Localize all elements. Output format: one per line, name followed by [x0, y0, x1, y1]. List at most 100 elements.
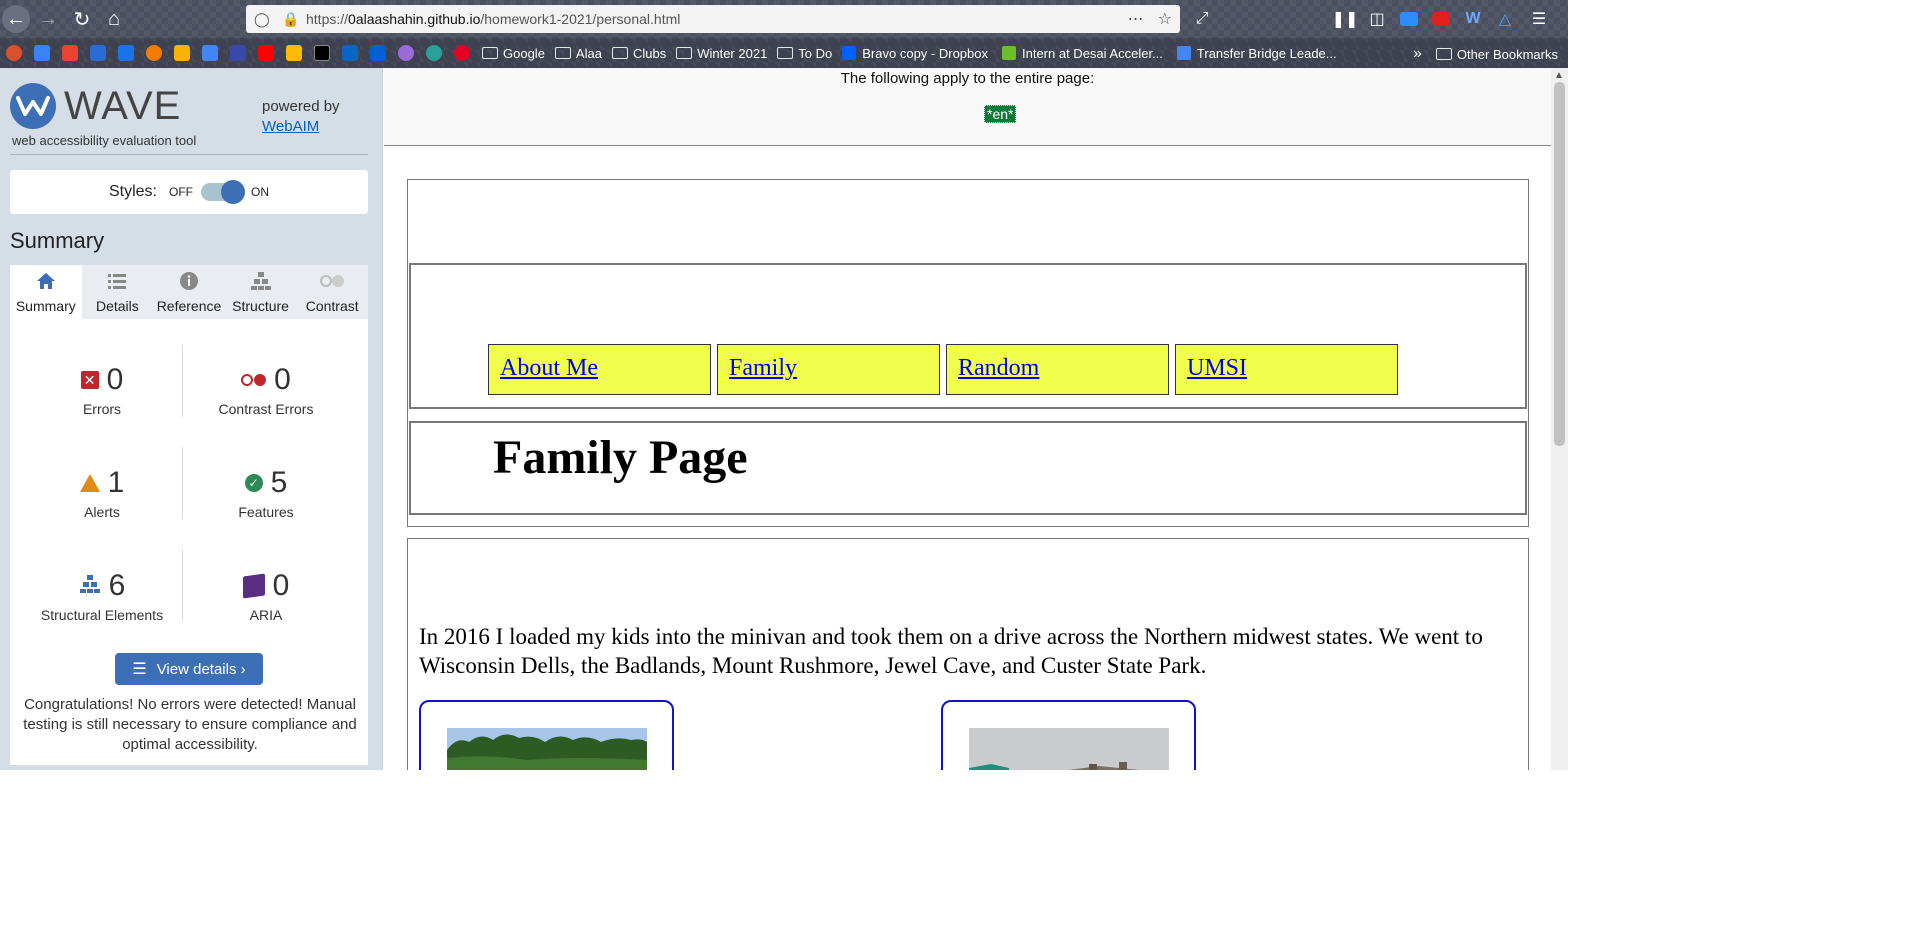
bookmark-favicon[interactable]: [342, 45, 358, 61]
tab-label: Reference: [156, 298, 222, 314]
contrast-icon: [319, 270, 345, 292]
bookmark-folder-alaa[interactable]: Alaa: [554, 46, 602, 61]
nav-link-umsi[interactable]: UMSI: [1175, 344, 1398, 395]
bookmark-star-icon[interactable]: ☆: [1158, 9, 1172, 29]
nav-link-random[interactable]: Random: [946, 344, 1169, 395]
alerts-stat[interactable]: 1 Alerts: [17, 466, 187, 520]
bookmark-favicon[interactable]: [62, 45, 78, 61]
feature-check-icon: ✓: [244, 474, 263, 492]
folder-icon: [777, 47, 794, 59]
tab-label: Contrast: [305, 298, 359, 314]
library-icon[interactable]: ❚❚: [1332, 8, 1359, 30]
folder-icon: [482, 47, 498, 59]
scroll-thumb[interactable]: [1554, 82, 1565, 446]
bookmark-favicon[interactable]: [118, 45, 134, 61]
bookmark-favicon[interactable]: [146, 45, 162, 61]
errors-label: Errors: [82, 401, 122, 417]
bookmark-favicon[interactable]: [286, 45, 302, 61]
sidebar-toggle-icon[interactable]: ◫: [1366, 8, 1388, 30]
bookmark-favicon[interactable]: [258, 45, 274, 61]
alert-icon: [79, 474, 100, 492]
nav-link-about-me[interactable]: About Me: [488, 344, 711, 395]
wave-extension-icon[interactable]: W: [1462, 8, 1484, 30]
bookmark-favicon[interactable]: [202, 45, 218, 61]
bookmark-favicon[interactable]: [34, 45, 50, 61]
menu-icon[interactable]: ☰: [1528, 8, 1550, 30]
divider: [10, 154, 368, 155]
aria-stat[interactable]: 0 ARIA: [181, 569, 351, 623]
bookmark-favicon[interactable]: [174, 45, 190, 61]
chevron-more-icon[interactable]: »: [1413, 45, 1422, 63]
language-tag[interactable]: *en*: [984, 105, 1017, 123]
bookmark-favicon[interactable]: [370, 45, 386, 61]
structure-icon: [79, 574, 101, 599]
back-button[interactable]: ←: [2, 5, 30, 33]
wave-logo-text: WAVE: [64, 84, 182, 128]
tab-summary[interactable]: Summary: [10, 265, 82, 319]
webaim-link[interactable]: WebAIM: [262, 118, 319, 135]
list-icon: ☰: [132, 661, 147, 678]
errors-stat[interactable]: ✕ 0 Errors: [17, 363, 187, 417]
tab-contrast[interactable]: Contrast: [296, 265, 368, 319]
bookmark-favicon[interactable]: [398, 45, 414, 61]
list-icon: [107, 270, 127, 292]
intro-paragraph: In 2016 I loaded my kids into the miniva…: [419, 624, 1483, 678]
nav-link-family[interactable]: Family: [717, 344, 940, 395]
more-actions-icon[interactable]: ⋯: [1128, 9, 1144, 29]
bookmark-folder-to-do[interactable]: To Do: [777, 46, 832, 61]
fullscreen-icon[interactable]: ⤢: [1191, 8, 1213, 30]
info-icon: [179, 270, 199, 292]
bookmark-folder-google[interactable]: Google: [482, 46, 545, 61]
bookmark-favicon[interactable]: [230, 45, 246, 61]
contrast-errors-label: Contrast Errors: [218, 401, 314, 417]
summary-heading: Summary: [10, 228, 105, 253]
reload-button[interactable]: ↻: [68, 5, 96, 33]
bookmark-folder-winter-2021[interactable]: Winter 2021: [676, 46, 767, 61]
styles-toggle[interactable]: [201, 180, 245, 204]
toggle-knob[interactable]: [221, 180, 245, 204]
tab-reference[interactable]: Reference: [153, 265, 225, 319]
zoom-extension-icon[interactable]: [1398, 8, 1420, 30]
url-bar[interactable]: ◯ 🔒 https://0alaashahin.github.io/homewo…: [246, 5, 1180, 33]
bookmarks-bar: Google Alaa Clubs Winter 2021 To Do Brav…: [0, 38, 1568, 68]
wave-logo-icon: [10, 83, 56, 129]
view-details-button[interactable]: ☰ View details ›: [115, 653, 263, 685]
features-stat[interactable]: ✓ 5 Features: [181, 466, 351, 520]
page-title: Family Page: [493, 431, 748, 484]
bookmark-favicon[interactable]: [426, 45, 442, 61]
dropbox-icon: [842, 46, 857, 60]
bookmark-favicon[interactable]: [90, 45, 106, 61]
browser-toolbar: ← → ↻ ⌂ ◯ 🔒 https://0alaashahin.github.i…: [0, 0, 1568, 38]
lock-icon[interactable]: 🔒: [282, 11, 299, 28]
url-text[interactable]: https://0alaashahin.github.io/homework1-…: [306, 11, 680, 27]
bookmark-favicon[interactable]: [454, 45, 470, 61]
docs-icon: [1176, 46, 1191, 60]
tab-label: Summary: [15, 298, 76, 314]
bookmark-favicon[interactable]: [6, 45, 22, 61]
styles-toggle-box: Styles: OFF ON: [10, 170, 368, 214]
structural-label: Structural Elements: [40, 607, 164, 623]
contrast-errors-stat[interactable]: 0 Contrast Errors: [181, 363, 351, 417]
youtube-extension-icon[interactable]: [1430, 8, 1452, 30]
shield-icon[interactable]: ◯: [254, 11, 270, 28]
bookmark-folder-clubs[interactable]: Clubs: [611, 46, 666, 61]
bookmark-desai[interactable]: Intern at Desai Acceler...: [1002, 46, 1163, 61]
structural-stat[interactable]: 6 Structural Elements: [17, 569, 187, 623]
other-bookmarks[interactable]: Other Bookmarks: [1435, 47, 1558, 62]
photo-card: [941, 700, 1196, 770]
styles-on-label: ON: [251, 185, 269, 199]
forward-button[interactable]: →: [34, 5, 62, 33]
tab-label: Structure: [232, 298, 289, 314]
bookmark-favicon[interactable]: [314, 45, 330, 61]
alerts-label: Alerts: [84, 504, 120, 520]
tab-structure[interactable]: Structure: [225, 265, 297, 319]
scroll-up-icon[interactable]: ▲: [1554, 70, 1564, 81]
error-icon: ✕: [80, 371, 99, 389]
bookmark-transfer-bridge[interactable]: Transfer Bridge Leade...: [1176, 46, 1337, 61]
page-scrollbar[interactable]: ▲: [1551, 68, 1568, 770]
tab-details[interactable]: Details: [82, 265, 154, 319]
styles-label: Styles:: [108, 183, 157, 200]
bookmark-dropbox[interactable]: Bravo copy - Dropbox: [842, 46, 988, 61]
home-button[interactable]: ⌂: [100, 5, 128, 33]
drive-extension-icon[interactable]: △: [1494, 8, 1516, 30]
